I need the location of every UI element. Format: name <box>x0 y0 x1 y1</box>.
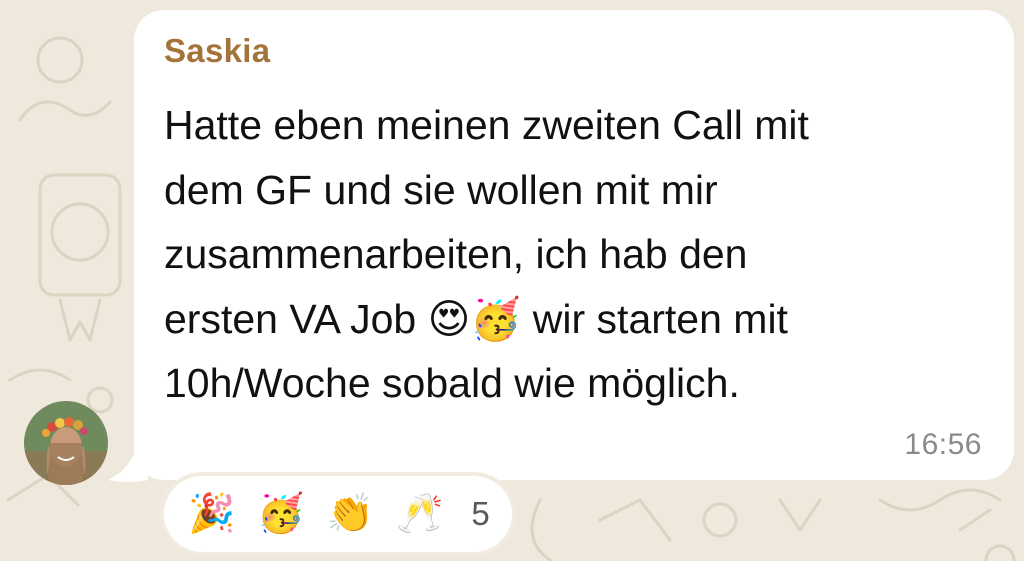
reaction-clinking-glasses-icon: 🥂 <box>395 493 444 535</box>
message-text: Hatte eben meinen zweiten Call mit dem G… <box>164 102 809 406</box>
sender-avatar[interactable] <box>24 401 108 485</box>
reaction-count: 5 <box>471 495 490 532</box>
reaction-clapping-hands-icon: 👏 <box>326 493 374 535</box>
message-bubble[interactable]: Saskia Hatte eben meinen zweiten Call mi… <box>134 10 1014 480</box>
reactions-bar[interactable]: 🎉 🥳 👏 🥂 5 <box>164 476 512 552</box>
user-avatar-photo-icon <box>24 401 108 485</box>
reaction-partying-face-icon: 🥳 <box>257 493 305 535</box>
reaction-party-popper-icon: 🎉 <box>188 493 236 535</box>
message-timestamp: 16:56 <box>904 428 982 461</box>
sender-name[interactable]: Saskia <box>164 32 270 70</box>
